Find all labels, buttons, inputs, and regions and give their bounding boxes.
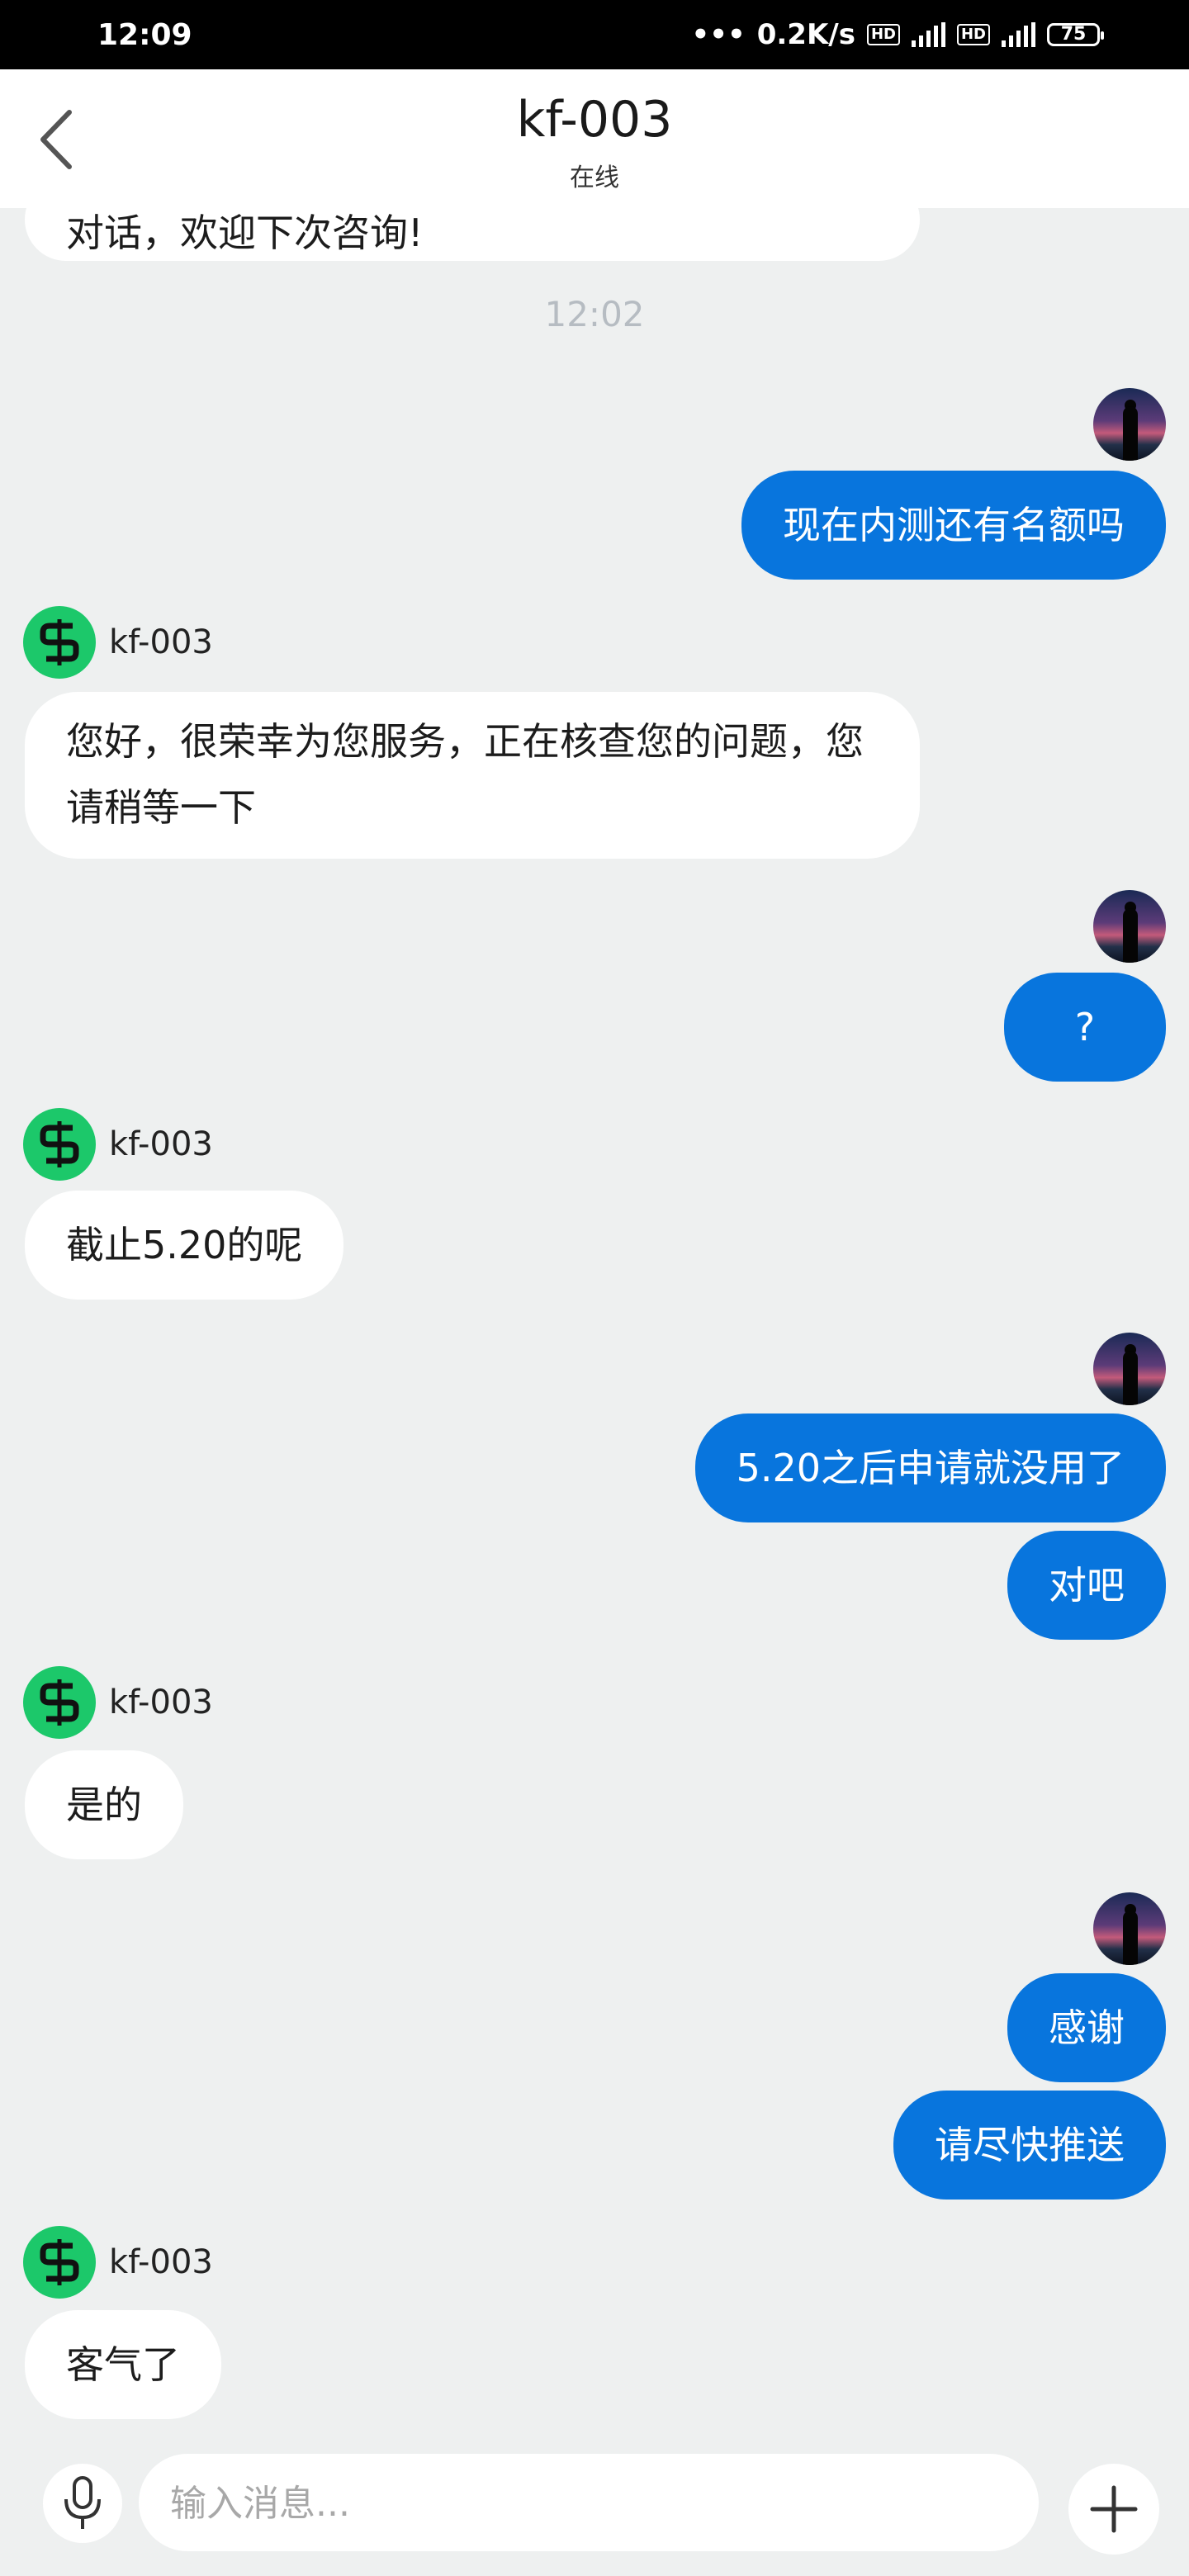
input-bar [0, 2447, 1189, 2576]
contact-name: kf-003 [516, 91, 673, 149]
message-bubble-incoming: 客气了 [25, 2310, 221, 2419]
message-bubble-incoming: 您好，很荣幸为您服务，正在核查您的问题，您请稍等一下 [25, 692, 920, 859]
agent-avatar[interactable] [23, 606, 96, 679]
status-time: 12:09 [97, 18, 192, 52]
brand-logo-icon [40, 2239, 79, 2285]
agent-header: kf-003 [23, 1108, 213, 1181]
dots-icon: ••• [691, 18, 746, 51]
network-speed: 0.2K/s [756, 18, 855, 51]
message-field [139, 2454, 1157, 2551]
message-bubble-outgoing: 现在内测还有名额吗 [741, 471, 1166, 580]
message-list[interactable]: 对话，欢迎下次咨询! 12:02 现在内测还有名额吗 kf-003 您好，很荣幸… [0, 208, 1189, 2447]
message-bubble-incoming: 对话，欢迎下次咨询! [25, 208, 920, 261]
status-icons: ••• 0.2K/s HD HD 75 [691, 18, 1104, 51]
message-bubble-incoming: 截止5.20的呢 [25, 1191, 344, 1300]
brand-logo-icon [40, 1679, 79, 1726]
message-bubble-outgoing: 感谢 [1007, 1973, 1166, 2082]
agent-name: kf-003 [109, 1125, 213, 1163]
more-button[interactable] [1068, 2464, 1159, 2555]
microphone-icon [64, 2476, 101, 2529]
agent-name: kf-003 [109, 2243, 213, 2281]
user-avatar[interactable] [1093, 388, 1166, 461]
brand-logo-icon [40, 1121, 79, 1167]
agent-header: kf-003 [23, 606, 213, 679]
hd-badge-2: HD [956, 24, 990, 45]
agent-header: kf-003 [23, 1666, 213, 1739]
message-input[interactable] [168, 2474, 898, 2533]
message-bubble-outgoing: ? [1004, 973, 1166, 1082]
battery-icon: 75 [1047, 23, 1104, 46]
agent-name: kf-003 [109, 1683, 213, 1721]
agent-header: kf-003 [23, 2226, 213, 2299]
agent-avatar[interactable] [23, 1666, 96, 1739]
hd-badge: HD [866, 24, 900, 45]
user-avatar[interactable] [1093, 1333, 1166, 1405]
signal-icon-2 [1002, 22, 1035, 47]
plus-icon [1090, 2485, 1138, 2533]
message-bubble-outgoing: 对吧 [1007, 1531, 1166, 1640]
chat-header: kf-003 在线 [0, 69, 1189, 208]
brand-logo-icon [40, 619, 79, 665]
user-avatar[interactable] [1093, 890, 1166, 963]
agent-avatar[interactable] [23, 2226, 96, 2299]
timestamp: 12:02 [544, 294, 645, 334]
message-bubble-incoming: 是的 [25, 1750, 183, 1859]
message-bubble-outgoing: 请尽快推送 [893, 2091, 1166, 2200]
agent-name: kf-003 [109, 623, 213, 661]
signal-icon [911, 22, 945, 47]
status-bar: 12:09 ••• 0.2K/s HD HD 75 [0, 0, 1189, 69]
message-bubble-outgoing: 5.20之后申请就没用了 [694, 1413, 1166, 1522]
online-status: 在线 [570, 163, 619, 192]
voice-button[interactable] [43, 2464, 122, 2543]
user-avatar[interactable] [1093, 1892, 1166, 1965]
agent-avatar[interactable] [23, 1108, 96, 1181]
